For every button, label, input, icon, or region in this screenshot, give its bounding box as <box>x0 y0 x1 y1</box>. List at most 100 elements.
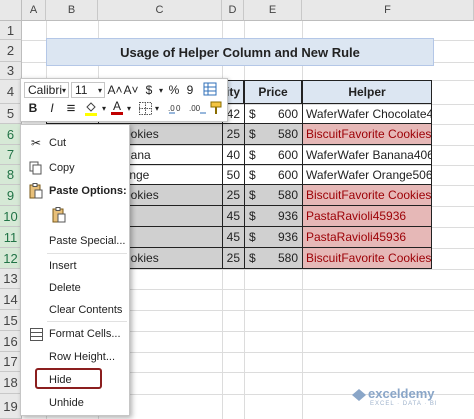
svg-text:.0: .0 <box>168 104 175 113</box>
price-header-cell[interactable]: Price <box>244 80 302 104</box>
row-header-17[interactable]: 17 <box>0 352 22 372</box>
svg-text:0: 0 <box>176 104 181 113</box>
table-cell-price[interactable]: $600 <box>244 144 303 165</box>
menu-item-label: Paste Special... <box>49 235 126 247</box>
copy-icon <box>28 160 44 176</box>
row-header-16[interactable]: 16 <box>0 331 22 352</box>
fill-color-icon[interactable] <box>83 99 99 117</box>
table-cell-quantity[interactable]: 25 <box>222 123 245 145</box>
select-all-corner[interactable] <box>0 0 22 21</box>
menu-item-clear-contents[interactable]: Clear Contents <box>21 300 129 320</box>
table-cell-quantity[interactable]: 25 <box>222 247 245 269</box>
font-name-dropdown[interactable]: Calibri ▾ <box>24 82 69 98</box>
menu-item-paste-options: Paste Options: <box>21 181 129 201</box>
borders-icon[interactable] <box>137 99 153 117</box>
font-color-swatch <box>111 111 123 115</box>
menu-item-insert[interactable]: Insert <box>21 256 129 276</box>
row-header-12[interactable]: 12 <box>0 248 22 269</box>
row-header-14[interactable]: 14 <box>0 289 22 310</box>
helper-header-cell[interactable]: Helper <box>302 80 432 104</box>
menu-item-delete[interactable]: Delete <box>21 278 129 298</box>
row-header-2[interactable]: 2 <box>0 40 22 62</box>
price-value: 580 <box>277 188 298 202</box>
table-cell-quantity[interactable]: 50 <box>222 164 245 185</box>
menu-item-label: Format Cells... <box>49 328 121 340</box>
table-cell-price[interactable]: $936 <box>244 205 303 227</box>
row-header-7[interactable]: 7 <box>0 145 22 165</box>
table-cell-helper[interactable]: BiscuitFavorite Cookies25580 <box>302 123 432 145</box>
row-header-6[interactable]: 6 <box>0 124 22 145</box>
table-cell-quantity[interactable]: 45 <box>222 226 245 248</box>
font-size-dropdown[interactable]: 11 ▾ <box>71 82 105 98</box>
price-value: 936 <box>277 230 298 244</box>
row-header-8[interactable]: 8 <box>0 165 22 185</box>
table-cell-price[interactable]: $580 <box>244 247 303 269</box>
chevron-down-icon[interactable]: ▾ <box>125 100 133 116</box>
format-as-table-icon[interactable] <box>202 81 218 97</box>
row-header-13[interactable]: 13 <box>0 269 22 289</box>
increase-decimal-icon[interactable]: .0 0 <box>167 99 187 117</box>
grow-font-button[interactable]: A˄ <box>108 82 123 98</box>
menu-item-row-height[interactable]: Row Height... <box>21 347 129 367</box>
row-header-19[interactable]: 19 <box>0 394 22 419</box>
table-cell-quantity[interactable]: 25 <box>222 184 245 206</box>
menu-item-paste-special[interactable]: Paste Special... <box>21 231 129 251</box>
column-header-d[interactable]: D <box>222 0 244 21</box>
shrink-font-button[interactable]: A˅ <box>124 82 139 98</box>
row-header-5[interactable]: 5 <box>0 104 22 124</box>
column-header-b[interactable]: B <box>46 0 98 21</box>
menu-item-format-cells[interactable]: Format Cells... <box>21 324 129 344</box>
menu-item-label: Unhide <box>49 397 84 409</box>
row-header-10[interactable]: 10 <box>0 206 22 227</box>
table-cell-helper[interactable]: PastaRavioli45936 <box>302 226 432 248</box>
italic-button[interactable]: I <box>45 100 59 116</box>
chevron-down-icon[interactable]: ▾ <box>100 100 108 116</box>
table-cell-helper[interactable]: PastaRavioli45936 <box>302 205 432 227</box>
menu-item-cut[interactable]: ✂ Cut <box>21 133 129 153</box>
table-cell-price[interactable]: $600 <box>244 103 303 124</box>
table-cell-quantity[interactable]: 40 <box>222 144 245 165</box>
bold-button[interactable]: B <box>26 100 40 116</box>
table-cell-price[interactable]: $580 <box>244 123 303 145</box>
menu-item-copy[interactable]: Copy <box>21 158 129 178</box>
currency-symbol: $ <box>249 251 256 265</box>
column-header-c[interactable]: C <box>98 0 222 21</box>
chevron-down-icon[interactable]: ▾ <box>157 82 165 98</box>
row-header-4[interactable]: 4 <box>0 80 22 104</box>
font-color-button[interactable]: A <box>110 98 124 116</box>
format-painter-icon[interactable] <box>209 99 225 117</box>
percent-style-button[interactable]: % <box>167 82 181 98</box>
currency-format-button[interactable]: $ <box>142 82 156 98</box>
table-cell-helper[interactable]: WaferWafer Banana40600 <box>302 144 432 165</box>
menu-item-unhide[interactable]: Unhide <box>21 393 129 413</box>
column-header-f[interactable]: F <box>302 0 474 21</box>
price-value: 600 <box>277 167 298 182</box>
currency-symbol: $ <box>249 230 256 244</box>
watermark-logo: exceldemy <box>352 386 435 401</box>
align-center-button[interactable]: ≡ <box>63 99 79 117</box>
row-header-18[interactable]: 18 <box>0 372 22 394</box>
table-cell-price[interactable]: $600 <box>244 164 303 185</box>
row-header-15[interactable]: 15 <box>0 310 22 331</box>
chevron-down-icon: ▾ <box>97 85 102 95</box>
table-cell-price[interactable]: $936 <box>244 226 303 248</box>
table-cell-helper[interactable]: BiscuitFavorite Cookies25580 <box>302 247 432 269</box>
column-header-a[interactable]: A <box>22 0 46 21</box>
table-cell-price[interactable]: $580 <box>244 184 303 206</box>
comma-style-button[interactable]: 9 <box>183 82 197 98</box>
table-cell-helper[interactable]: WaferWafer Orange50600 <box>302 164 432 185</box>
column-header-e[interactable]: E <box>244 0 302 21</box>
chevron-down-icon[interactable]: ▾ <box>153 100 161 116</box>
currency-symbol: $ <box>249 188 256 202</box>
row-header-11[interactable]: 11 <box>0 227 22 248</box>
format-cells-icon <box>28 326 44 342</box>
menu-separator <box>47 321 127 322</box>
decrease-decimal-icon[interactable]: .00 <box>188 99 208 117</box>
table-cell-quantity[interactable]: 45 <box>222 205 245 227</box>
row-header-9[interactable]: 9 <box>0 185 22 206</box>
table-cell-helper[interactable]: WaferWafer Chocolate42600 <box>302 103 432 124</box>
row-header-1[interactable]: 1 <box>0 21 22 40</box>
paste-option-button[interactable] <box>21 205 129 225</box>
table-cell-helper[interactable]: BiscuitFavorite Cookies25580 <box>302 184 432 206</box>
row-header-3[interactable]: 3 <box>0 62 22 80</box>
